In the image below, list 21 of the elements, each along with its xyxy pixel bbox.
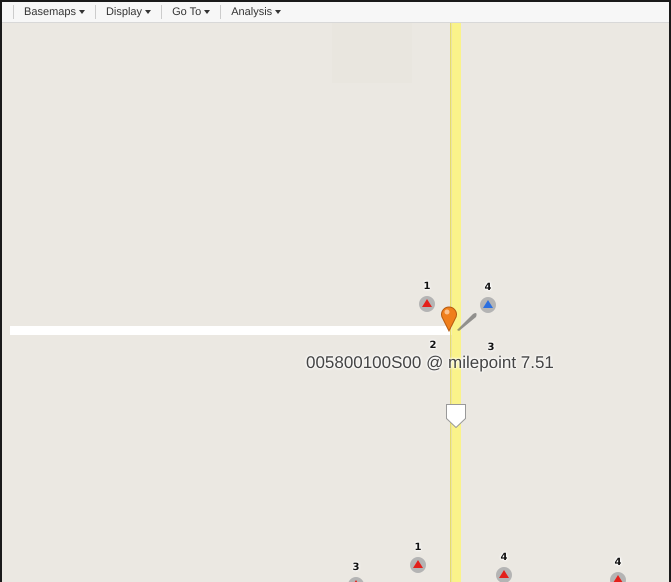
station-marker-icon[interactable]: [480, 297, 496, 313]
station-marker-icon[interactable]: [410, 557, 426, 573]
highway-shield-icon: [446, 404, 466, 428]
station-number: 3: [488, 343, 494, 353]
menu-button[interactable]: Go To: [162, 6, 220, 18]
station-number: 4: [500, 553, 508, 563]
caret-icon: [204, 10, 210, 14]
menu-button[interactable]: Display: [96, 6, 162, 18]
station-number: 4: [614, 558, 622, 568]
caret-icon: [145, 10, 152, 14]
station-number: 1: [424, 282, 430, 292]
station-marker-icon[interactable]: [419, 296, 435, 312]
station-number: 1: [414, 543, 422, 553]
station-number: 2: [430, 341, 436, 351]
menu-button[interactable]: Basemaps: [14, 6, 95, 18]
station-number: 4: [484, 283, 492, 293]
station-number: 3: [352, 563, 360, 573]
station-marker-icon[interactable]: [496, 567, 512, 582]
menu-button[interactable]: Analysis: [221, 6, 292, 18]
caret-icon: [275, 10, 282, 14]
caret-icon: [78, 10, 85, 14]
